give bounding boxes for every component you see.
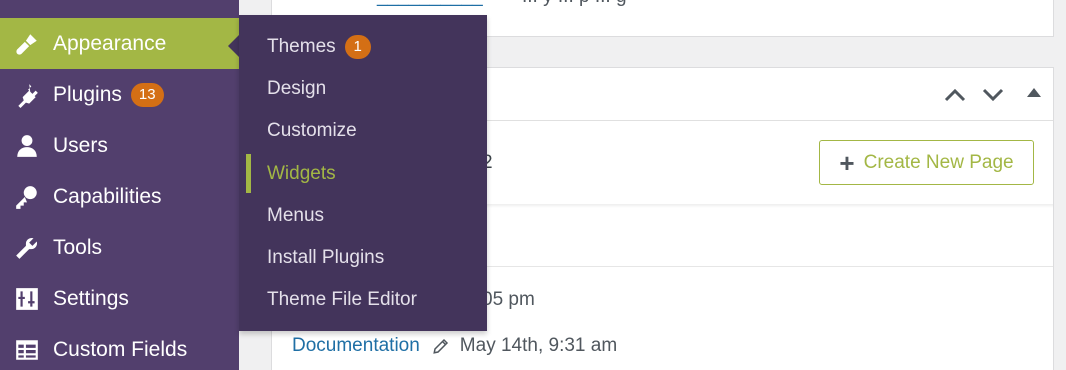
table-icon xyxy=(0,324,53,370)
chevron-up-icon xyxy=(944,88,966,102)
chevron-down-icon xyxy=(982,88,1004,102)
sidebar-item-users[interactable]: Users xyxy=(0,120,239,171)
submenu-item-themes[interactable]: Themes 1 xyxy=(239,26,487,68)
sidebar-item-tools[interactable]: Tools xyxy=(0,222,239,273)
submenu-item-customize[interactable]: Customize xyxy=(239,110,487,152)
submenu-item-label: Themes xyxy=(267,36,336,57)
top-panel-link[interactable]: __________ xyxy=(377,0,483,8)
submenu-item-design[interactable]: Design xyxy=(239,68,487,110)
submenu-item-label: Customize xyxy=(267,120,357,141)
sidebar-item-label: Tools xyxy=(53,235,103,259)
sidebar-item-capabilities[interactable]: Capabilities xyxy=(0,171,239,222)
submenu-item-label: Design xyxy=(267,78,327,99)
sidebar-item-label: Capabilities xyxy=(53,184,162,208)
sidebar-item-custom-fields[interactable]: Custom Fields xyxy=(0,324,239,370)
submenu-item-label: Theme File Editor xyxy=(267,289,417,310)
sidebar-item-label: Settings xyxy=(53,286,129,310)
sidebar-item-appearance[interactable]: Appearance xyxy=(0,18,239,69)
sidebar-item-settings[interactable]: Settings xyxy=(0,273,239,324)
submenu-item-theme-file-editor[interactable]: Theme File Editor xyxy=(239,279,487,321)
submenu-item-label: Install Plugins xyxy=(267,247,385,268)
plug-icon xyxy=(0,69,53,120)
submenu-item-menus[interactable]: Menus xyxy=(239,195,487,237)
create-new-page-label: Create New Page xyxy=(863,151,1014,173)
move-down-button[interactable] xyxy=(978,80,1008,110)
pencil-icon[interactable] xyxy=(432,337,450,355)
top-panel-text: ... y ... p ... g xyxy=(522,0,627,8)
key-icon xyxy=(0,171,53,222)
update-count-badge: 1 xyxy=(344,35,371,59)
paint-brush-icon xyxy=(0,18,53,69)
activity-time: 05 pm xyxy=(482,289,535,310)
current-item-indicator xyxy=(246,154,251,193)
appearance-submenu: Themes 1 Design Customize Widgets Menus … xyxy=(239,15,487,331)
sliders-icon xyxy=(0,273,53,324)
move-up-button[interactable] xyxy=(940,80,970,110)
submenu-item-install-plugins[interactable]: Install Plugins xyxy=(239,237,487,279)
sidebar-item-plugins[interactable]: Plugins 13 xyxy=(0,69,239,120)
submenu-item-widgets[interactable]: Widgets xyxy=(239,153,487,195)
submenu-item-label: Menus xyxy=(267,205,325,226)
documentation-link[interactable]: Documentation xyxy=(292,335,420,357)
active-menu-pointer xyxy=(228,35,239,57)
plus-icon: + xyxy=(839,147,855,178)
create-new-page-button[interactable]: + Create New Page xyxy=(819,140,1034,185)
sidebar-item-label: Users xyxy=(53,133,108,157)
toggle-panel-icon[interactable] xyxy=(1027,88,1041,97)
activity-date: May 14th, 9:31 am xyxy=(459,335,618,356)
update-count-badge: 13 xyxy=(130,82,164,107)
user-icon xyxy=(0,120,53,171)
admin-sidebar: Appearance Plugins 13 Users Capabilities… xyxy=(0,0,239,370)
sidebar-item-label: Custom Fields xyxy=(53,337,188,361)
recent-activity-row: Documentation May 14th, 9:31 am xyxy=(292,335,617,357)
sidebar-item-label: Appearance xyxy=(53,31,167,55)
wrench-icon xyxy=(0,222,53,273)
sidebar-item-label: Plugins xyxy=(53,82,122,106)
submenu-item-label: Widgets xyxy=(267,163,336,184)
